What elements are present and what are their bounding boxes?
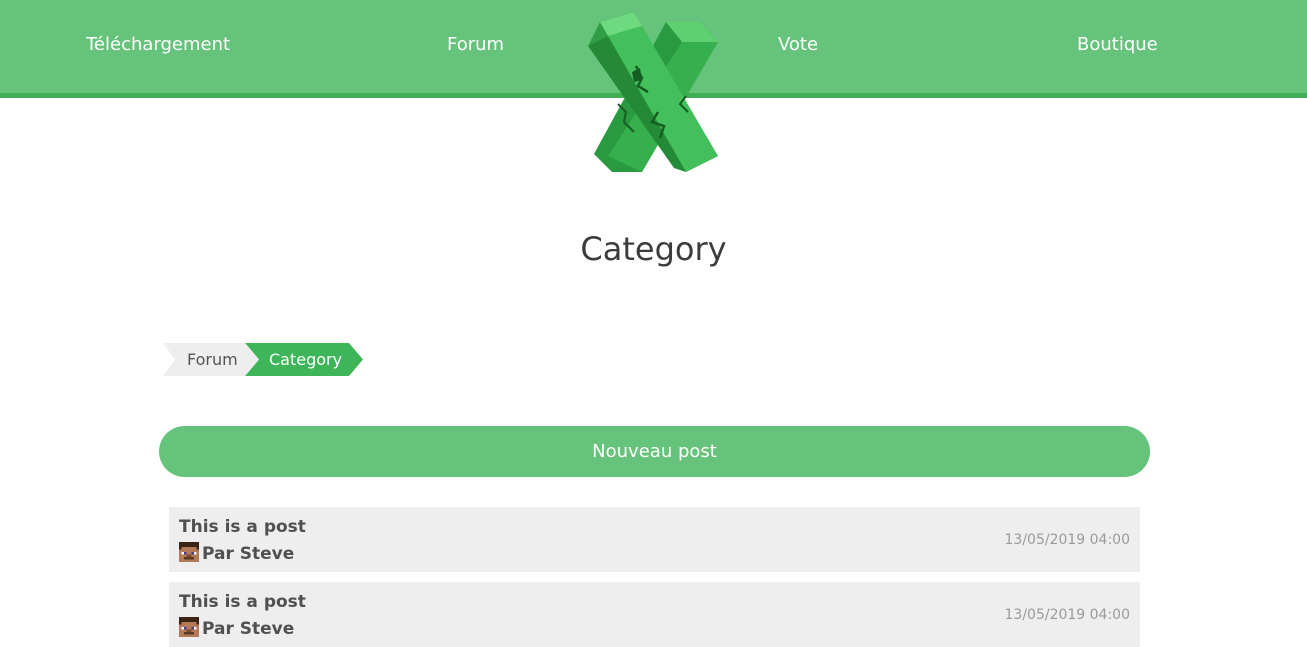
- page-title: Category: [580, 230, 727, 269]
- post-author-label: Par Steve: [202, 544, 295, 564]
- post-author: Par Steve: [179, 617, 295, 639]
- site-logo[interactable]: [578, 8, 728, 178]
- post-title[interactable]: This is a post: [179, 517, 306, 537]
- breadcrumb-label: Category: [269, 350, 343, 369]
- nav-item-boutique[interactable]: Boutique: [1077, 34, 1158, 56]
- steve-avatar-icon: [179, 617, 199, 637]
- post-author: Par Steve: [179, 542, 295, 564]
- post-date: 13/05/2019 04:00: [1004, 607, 1131, 623]
- x-logo-icon: [588, 12, 718, 172]
- nav-item-forum[interactable]: Forum: [447, 34, 504, 56]
- steve-avatar-icon: [179, 542, 199, 562]
- post-author-label: Par Steve: [202, 619, 295, 639]
- new-post-button[interactable]: Nouveau post: [159, 426, 1150, 477]
- nav-item-vote[interactable]: Vote: [778, 34, 818, 56]
- nav-item-telechargement[interactable]: Téléchargement: [86, 34, 230, 56]
- breadcrumb-item-forum[interactable]: Forum: [163, 343, 259, 376]
- post-date: 13/05/2019 04:00: [1004, 532, 1131, 548]
- post-row[interactable]: This is a post Par Steve 13/05/2019 04:0…: [169, 582, 1140, 647]
- breadcrumb-label: Forum: [187, 350, 238, 369]
- breadcrumb-item-category[interactable]: Category: [245, 343, 363, 376]
- post-row[interactable]: This is a post Par Steve 13/05/2019 04:0…: [169, 507, 1140, 572]
- post-title[interactable]: This is a post: [179, 592, 306, 612]
